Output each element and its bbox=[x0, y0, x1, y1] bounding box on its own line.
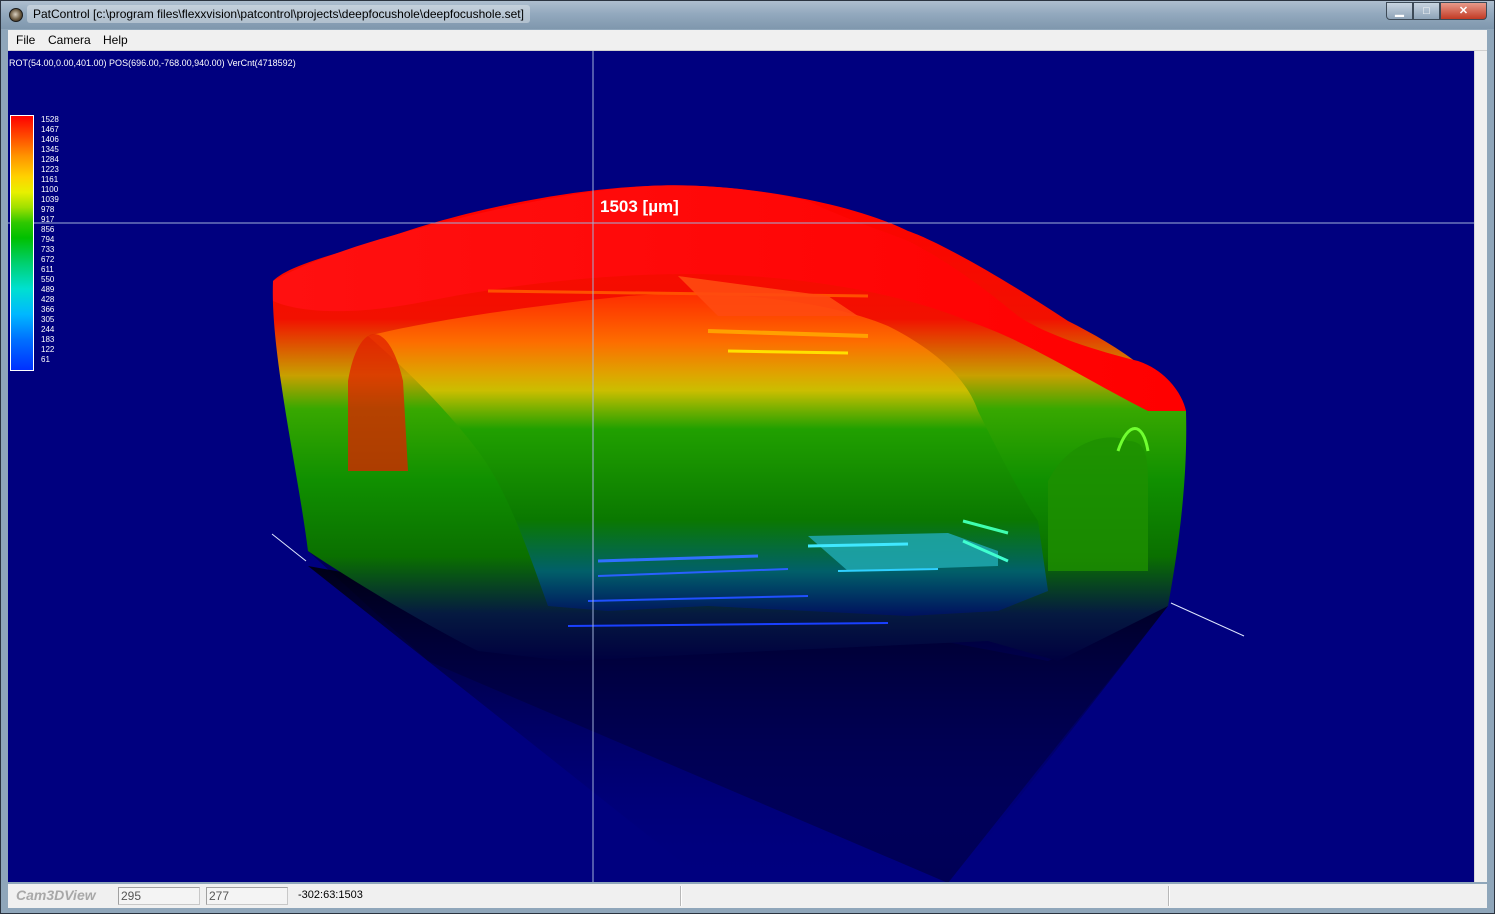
window-title: PatControl [c:\program files\flexxvision… bbox=[27, 5, 530, 23]
legend-label: 978 bbox=[41, 205, 55, 214]
legend-label: 1161 bbox=[41, 175, 59, 184]
height-readout: 1503 [µm] bbox=[600, 197, 679, 216]
y-value-field[interactable]: 277 bbox=[206, 887, 288, 905]
legend-label: 917 bbox=[41, 215, 55, 224]
menu-bar: File Camera Help bbox=[8, 30, 1487, 51]
hole-step-4 bbox=[727, 349, 849, 355]
axis-line-right bbox=[1170, 602, 1245, 637]
minimize-button[interactable]: ▁ bbox=[1386, 2, 1413, 20]
legend-label: 1284 bbox=[41, 155, 59, 164]
title-bar[interactable]: PatControl [c:\program files\flexxvision… bbox=[1, 1, 1494, 29]
menu-camera[interactable]: Camera bbox=[48, 32, 91, 48]
vertical-scrollbar[interactable] bbox=[1474, 51, 1487, 882]
x-value-field[interactable]: 295 bbox=[118, 887, 200, 905]
app-window: PatControl [c:\program files\flexxvision… bbox=[0, 0, 1495, 914]
color-scale-bar bbox=[10, 115, 34, 371]
status-bar: Cam3DView 295 277 -302:63:1503 bbox=[8, 884, 1487, 908]
legend-label: 1467 bbox=[41, 125, 59, 134]
legend-label: 61 bbox=[41, 355, 50, 364]
legend-label: 1100 bbox=[41, 185, 59, 194]
legend-label: 244 bbox=[41, 325, 55, 334]
legend-label: 489 bbox=[41, 285, 55, 294]
status-separator bbox=[680, 886, 682, 906]
maximize-button[interactable]: □ bbox=[1413, 2, 1440, 20]
menu-file[interactable]: File bbox=[16, 32, 35, 48]
height-map-render bbox=[8, 51, 1474, 882]
status-separator bbox=[1168, 886, 1170, 906]
legend-label: 672 bbox=[41, 255, 55, 264]
axis-line-left bbox=[271, 533, 307, 562]
camera-info-text: ROT(54.00,0.00,401.00) POS(696.00,-768.0… bbox=[9, 58, 296, 68]
app-icon[interactable] bbox=[9, 8, 23, 22]
3d-viewport[interactable]: ROT(54.00,0.00,401.00) POS(696.00,-768.0… bbox=[8, 51, 1474, 882]
legend-label: 428 bbox=[41, 295, 55, 304]
legend-label: 1528 bbox=[41, 115, 59, 124]
close-button[interactable]: ✕ bbox=[1440, 2, 1487, 20]
legend-label: 550 bbox=[41, 275, 55, 284]
legend-label: 856 bbox=[41, 225, 55, 234]
legend-label: 794 bbox=[41, 235, 55, 244]
coords-readout: -302:63:1503 bbox=[298, 889, 363, 901]
legend-label: 1406 bbox=[41, 135, 59, 144]
color-scale-labels: 1528 1467 1406 1345 1284 1223 1161 1100 … bbox=[41, 115, 81, 371]
legend-label: 1223 bbox=[41, 165, 59, 174]
view-name-label: Cam3DView bbox=[16, 887, 96, 903]
menu-help[interactable]: Help bbox=[103, 32, 128, 48]
legend-label: 122 bbox=[41, 345, 55, 354]
legend-label: 1345 bbox=[41, 145, 59, 154]
legend-label: 366 bbox=[41, 305, 55, 314]
legend-label: 183 bbox=[41, 335, 55, 344]
legend-label: 1039 bbox=[41, 195, 59, 204]
hole-step-10 bbox=[807, 542, 909, 548]
legend-label: 611 bbox=[41, 265, 54, 274]
legend-label: 733 bbox=[41, 245, 55, 254]
legend-label: 305 bbox=[41, 315, 55, 324]
